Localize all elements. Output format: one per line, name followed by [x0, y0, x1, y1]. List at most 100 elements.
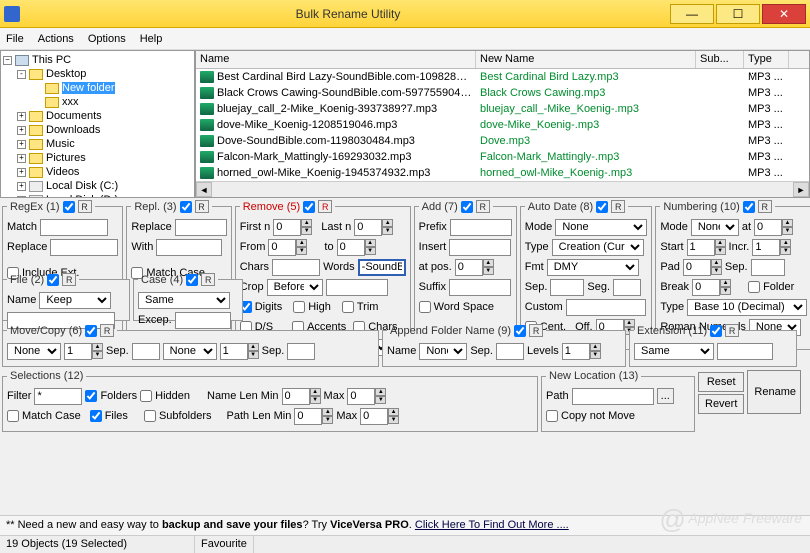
extension-select[interactable]: Same	[634, 343, 714, 360]
tree-item[interactable]: +Downloads	[3, 123, 192, 137]
sel-plmin[interactable]	[294, 408, 322, 425]
tree-item[interactable]: +Local Disk (C:)	[3, 179, 192, 193]
expander-icon[interactable]: -	[17, 70, 26, 79]
column-name[interactable]: Name	[196, 51, 476, 68]
remove-words-input[interactable]	[358, 259, 406, 276]
expander-icon[interactable]: +	[17, 112, 26, 121]
file-row[interactable]: bluejay_call_2-Mike_Koenig-3937389?7.mp3…	[196, 101, 809, 117]
tree-item[interactable]: New folder	[3, 81, 192, 95]
reset-button[interactable]: Reset	[698, 372, 744, 392]
collapse-icon[interactable]: −	[3, 56, 12, 65]
numbering-sep[interactable]	[751, 259, 785, 276]
menu-actions[interactable]: Actions	[38, 33, 74, 45]
expander-icon[interactable]: +	[17, 154, 26, 163]
remove-crop-input[interactable]	[326, 279, 388, 296]
add-reset[interactable]: R	[476, 200, 490, 213]
selections-hidden[interactable]	[140, 390, 152, 402]
autodate-fmt[interactable]: DMY	[547, 259, 639, 276]
case-enable[interactable]	[186, 274, 198, 286]
repl-replace-input[interactable]	[175, 219, 227, 236]
movecopy-reset[interactable]: R	[100, 324, 114, 337]
movecopy-enable[interactable]	[85, 325, 97, 337]
maximize-button[interactable]: ☐	[716, 4, 760, 24]
expander-icon[interactable]: +	[17, 182, 26, 191]
rename-button[interactable]: Rename	[747, 370, 801, 414]
expander-icon[interactable]: +	[17, 196, 26, 199]
remove-trim[interactable]	[342, 301, 354, 313]
movecopy-n1[interactable]	[64, 343, 92, 360]
regex-match-input[interactable]	[40, 219, 108, 236]
autodate-enable[interactable]	[596, 201, 608, 213]
selections-files[interactable]	[90, 410, 102, 422]
remove-reset[interactable]: R	[318, 200, 332, 213]
scroll-left-icon[interactable]: ◄	[196, 182, 212, 197]
numbering-start[interactable]	[687, 239, 715, 256]
add-enable[interactable]	[461, 201, 473, 213]
movecopy-n2[interactable]	[220, 343, 248, 360]
expander-icon[interactable]: +	[17, 126, 26, 135]
add-prefix-input[interactable]	[450, 219, 512, 236]
remove-enable[interactable]	[303, 201, 315, 213]
newlocation-path[interactable]	[572, 388, 654, 405]
numbering-reset[interactable]: R	[758, 200, 772, 213]
repl-reset[interactable]: R	[195, 200, 209, 213]
selections-matchcase[interactable]	[7, 410, 19, 422]
case-reset[interactable]: R	[201, 273, 215, 286]
numbering-enable[interactable]	[743, 201, 755, 213]
tree-item[interactable]: -Desktop	[3, 67, 192, 81]
extension-enable[interactable]	[710, 325, 722, 337]
menu-file[interactable]: File	[6, 33, 24, 45]
movecopy-sep1[interactable]	[132, 343, 160, 360]
regex-reset[interactable]: R	[78, 200, 92, 213]
remove-from[interactable]	[268, 239, 296, 256]
remove-lastn[interactable]	[354, 219, 382, 236]
tree-item[interactable]: +Documents	[3, 109, 192, 123]
sel-nlmin[interactable]	[282, 388, 310, 405]
appendfolder-enable[interactable]	[514, 325, 526, 337]
numbering-type[interactable]: Base 10 (Decimal)	[687, 299, 807, 316]
regex-replace-input[interactable]	[50, 239, 118, 256]
numbering-incr[interactable]	[752, 239, 780, 256]
autodate-seg[interactable]	[613, 279, 641, 296]
menu-options[interactable]: Options	[88, 33, 126, 45]
sel-nlmax[interactable]	[347, 388, 375, 405]
file-row[interactable]: Falcon-Mark_Mattingly-169293032.mp3Falco…	[196, 149, 809, 165]
add-wordspace[interactable]	[419, 301, 431, 313]
remove-firstn[interactable]	[273, 219, 301, 236]
file-row[interactable]: horned_owl-Mike_Koenig-1945374932.mp3hor…	[196, 165, 809, 181]
autodate-custom[interactable]	[566, 299, 646, 316]
promo-link[interactable]: Click Here To Find Out More ....	[415, 519, 569, 531]
remove-crop-select[interactable]: Before	[267, 279, 323, 296]
column-newname[interactable]: New Name	[476, 51, 696, 68]
autodate-reset[interactable]: R	[611, 200, 625, 213]
appendfolder-sep[interactable]	[496, 343, 524, 360]
numbering-break[interactable]	[692, 279, 720, 296]
newlocation-copy[interactable]	[546, 410, 558, 422]
tree-item[interactable]: +Videos	[3, 165, 192, 179]
close-button[interactable]: ✕	[762, 4, 806, 24]
repl-with-input[interactable]	[156, 239, 222, 256]
numbering-folder[interactable]	[748, 281, 760, 293]
movecopy-mode2[interactable]: None	[163, 343, 217, 360]
movecopy-mode1[interactable]: None	[7, 343, 61, 360]
file-row[interactable]: Dove-SoundBible.com-1198030484.mp3Dove.m…	[196, 133, 809, 149]
appendfolder-name[interactable]: None	[419, 343, 467, 360]
scroll-right-icon[interactable]: ►	[793, 182, 809, 197]
column-type[interactable]: Type ...	[744, 51, 789, 68]
newlocation-browse[interactable]: ...	[657, 388, 674, 404]
revert-button[interactable]: Revert	[698, 394, 744, 414]
tree-item[interactable]: xxx	[3, 95, 192, 109]
folder-tree[interactable]: −This PC -DesktopNew folderxxx+Documents…	[0, 50, 195, 198]
autodate-mode[interactable]: None	[555, 219, 647, 236]
expander-icon[interactable]: +	[17, 140, 26, 149]
add-suffix-input[interactable]	[449, 279, 511, 296]
numbering-at[interactable]	[754, 219, 782, 236]
menu-help[interactable]: Help	[140, 33, 163, 45]
horizontal-scrollbar[interactable]: ◄ ►	[196, 181, 809, 197]
movecopy-sep2[interactable]	[287, 343, 315, 360]
file-row[interactable]: dove-Mike_Koenig-1208519046.mp3dove-Mike…	[196, 117, 809, 133]
add-atpos[interactable]	[455, 259, 483, 276]
file-name-select[interactable]: Keep	[39, 292, 111, 309]
repl-enable[interactable]	[180, 201, 192, 213]
file-list[interactable]: Name New Name Sub... Type ... Best Cardi…	[195, 50, 810, 198]
